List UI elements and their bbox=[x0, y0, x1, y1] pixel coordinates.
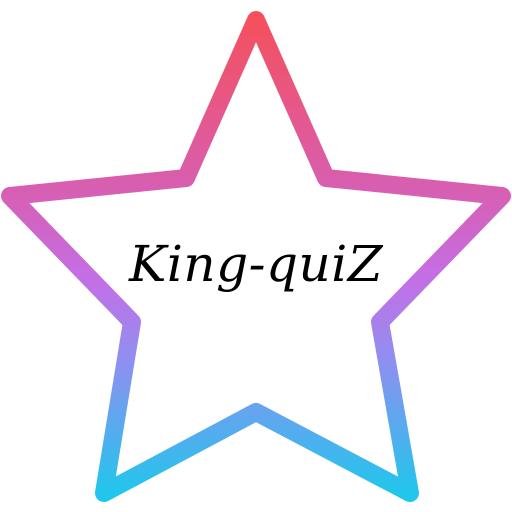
logo-title: King-quiZ bbox=[129, 235, 383, 293]
app-logo: King-quiZ bbox=[0, 0, 512, 512]
